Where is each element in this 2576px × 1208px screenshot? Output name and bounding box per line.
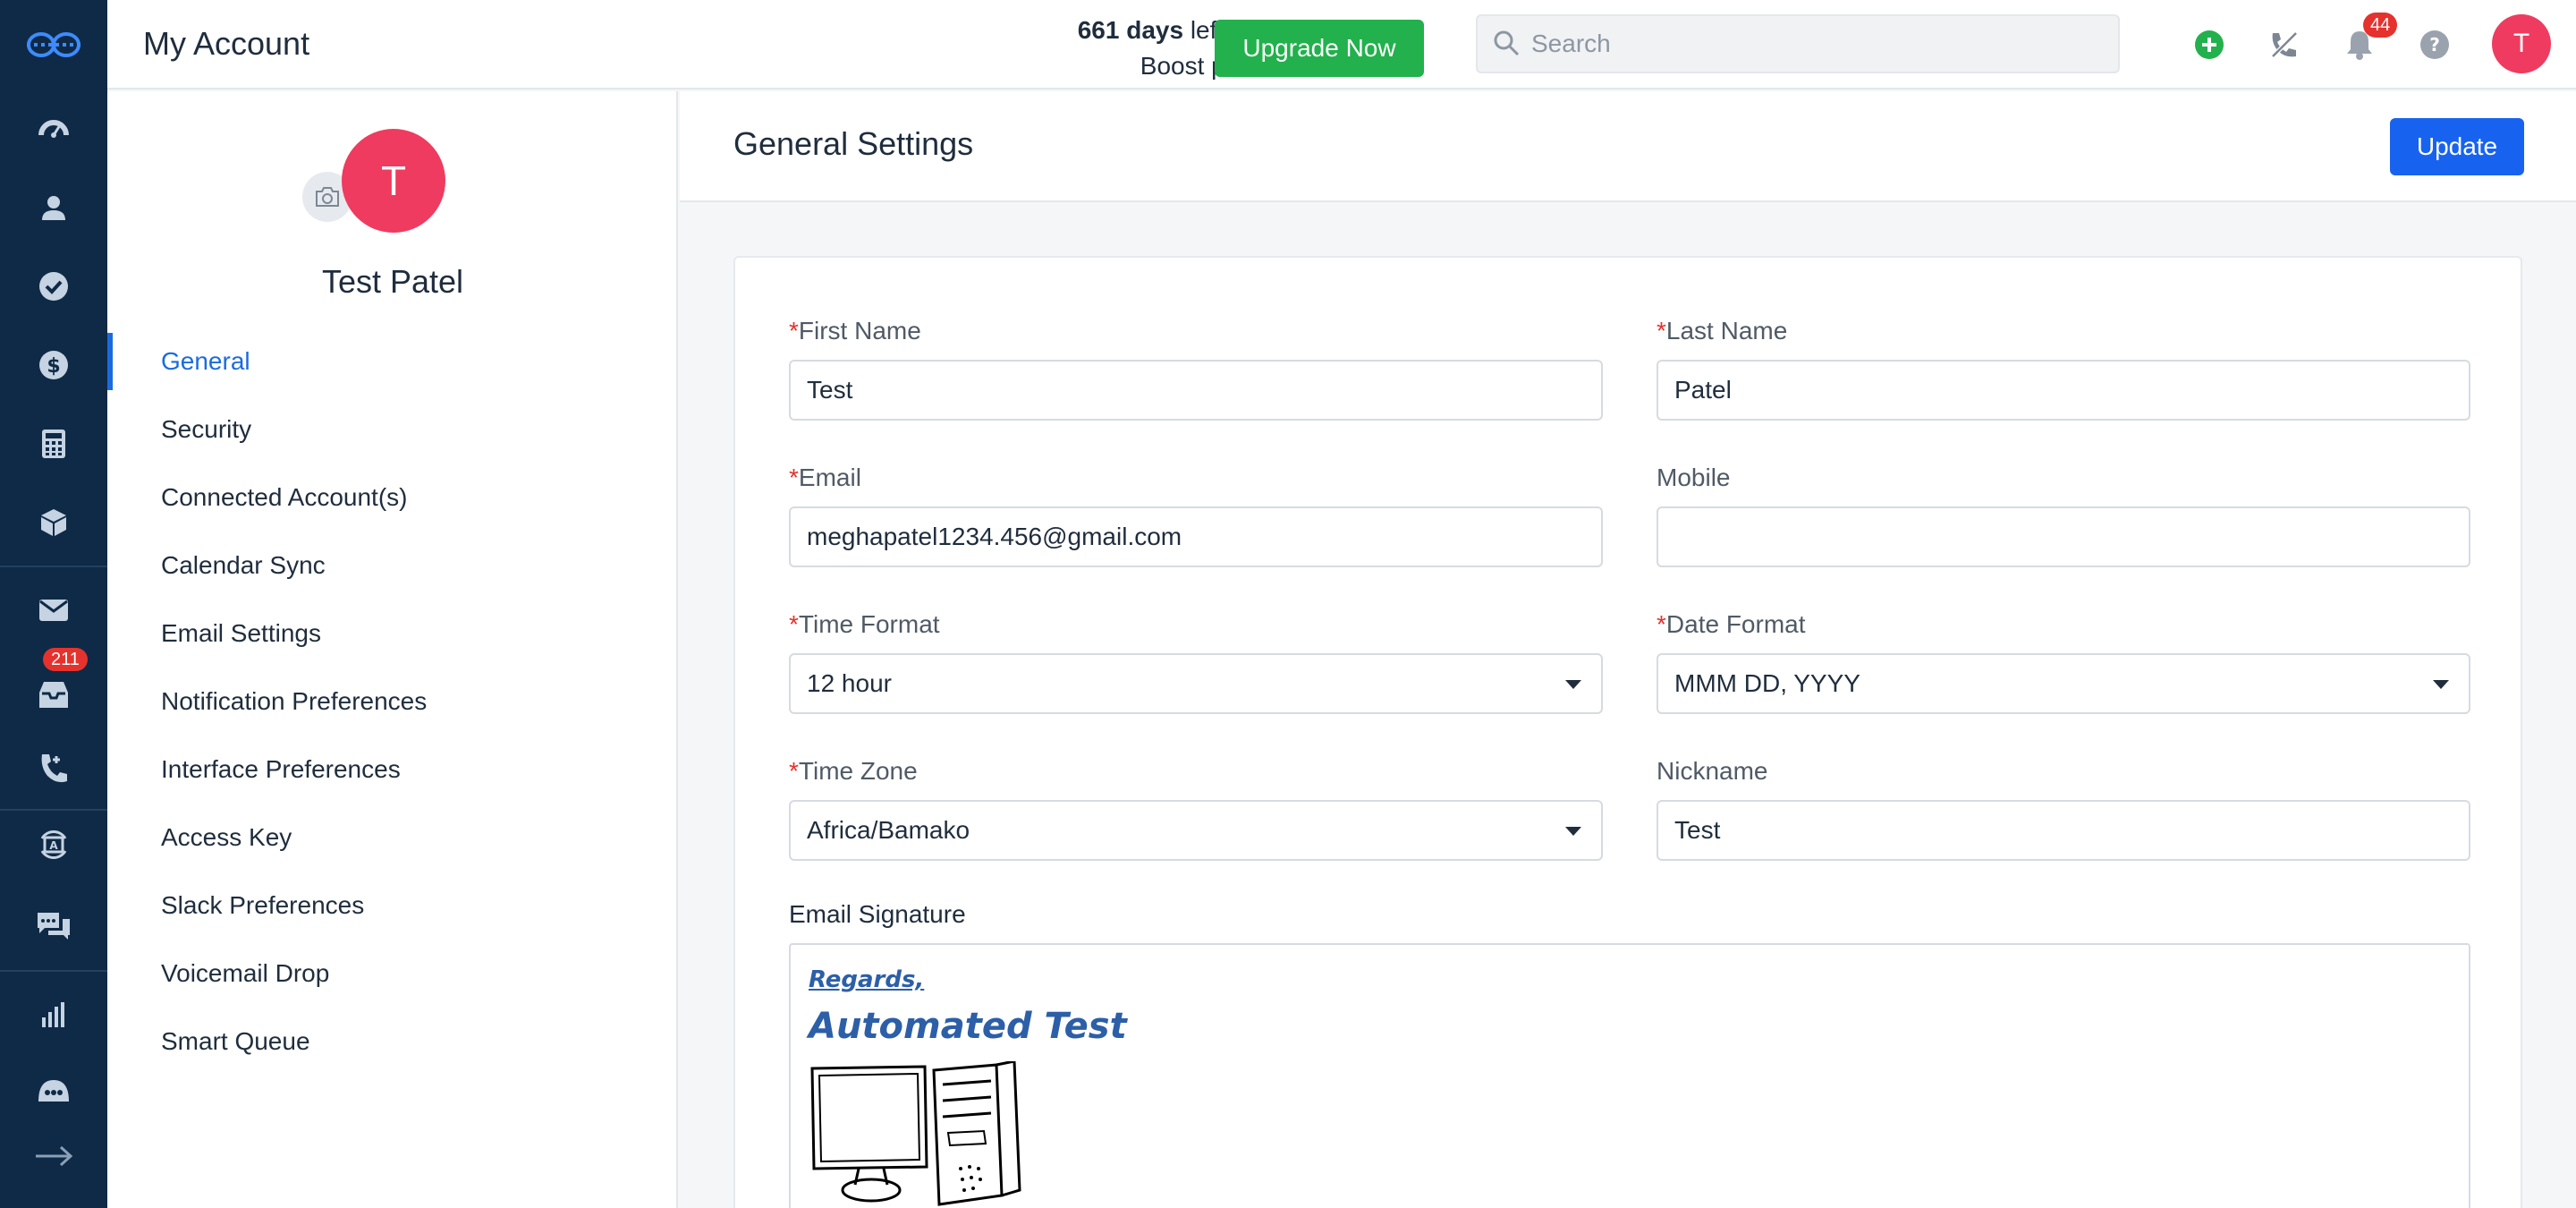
- email-icon[interactable]: [0, 574, 107, 646]
- left-rail: $ 211 A: [0, 0, 107, 1208]
- time-format-label: Time Format: [798, 610, 940, 638]
- reports-icon[interactable]: [0, 979, 107, 1051]
- products-icon[interactable]: [0, 487, 107, 558]
- phone-off-icon[interactable]: [2259, 20, 2309, 70]
- mobile-input[interactable]: [1657, 506, 2470, 567]
- nav-item-calendar-sync[interactable]: Calendar Sync: [107, 532, 678, 600]
- calculator-icon[interactable]: [0, 408, 107, 480]
- page-title: My Account: [143, 25, 310, 62]
- svg-text:A: A: [49, 839, 58, 852]
- main-header: General Settings Update: [680, 91, 2576, 202]
- email-signature-editor[interactable]: Regards, Automated Test: [789, 943, 2470, 1208]
- mobile-field: Mobile: [1657, 464, 2470, 567]
- caret-down-icon: [1565, 680, 1581, 689]
- search-input[interactable]: [1531, 16, 2104, 72]
- nav-item-connected-accounts[interactable]: Connected Account(s): [107, 464, 678, 532]
- required-mark: *: [1657, 610, 1666, 638]
- nav-item-email-settings[interactable]: Email Settings: [107, 600, 678, 668]
- help-icon[interactable]: ?: [2410, 20, 2460, 70]
- time-zone-value: Africa/Bamako: [807, 816, 970, 844]
- svg-text:$: $: [47, 355, 60, 378]
- top-bar: My Account 661 days left in your Boost p…: [107, 0, 2576, 89]
- inbox-count-badge: 211: [43, 648, 88, 671]
- time-zone-select[interactable]: Africa/Bamako: [789, 800, 1603, 861]
- nav-item-general[interactable]: General: [107, 328, 678, 396]
- svg-text:?: ?: [2429, 34, 2440, 55]
- email-input[interactable]: meghapatel1234.456@gmail.com: [789, 506, 1603, 567]
- tasks-icon[interactable]: [0, 251, 107, 322]
- dashboard-icon[interactable]: [0, 93, 107, 165]
- caret-down-icon: [2433, 680, 2449, 689]
- user-avatar[interactable]: T: [2492, 14, 2551, 73]
- nav-item-smart-queue[interactable]: Smart Queue: [107, 1008, 678, 1076]
- required-mark: *: [789, 317, 799, 345]
- contacts-icon[interactable]: [0, 172, 107, 243]
- first-name-label: First Name: [798, 317, 921, 345]
- search-icon: [1492, 29, 1521, 62]
- signature-regards: Regards,: [809, 966, 925, 993]
- expand-icon[interactable]: [0, 1122, 107, 1190]
- nav-item-access-key[interactable]: Access Key: [107, 804, 678, 872]
- nav-item-voicemail-drop[interactable]: Voicemail Drop: [107, 940, 678, 1008]
- time-format-field: *Time Format 12 hour: [789, 610, 1603, 714]
- computer-clipart-image: [809, 1059, 1032, 1208]
- bot-icon[interactable]: [0, 1063, 107, 1117]
- notification-count-badge: 44: [2363, 13, 2398, 38]
- profile-name: Test Patel: [321, 263, 464, 300]
- logo-icon[interactable]: [0, 0, 107, 89]
- required-mark: *: [1657, 317, 1666, 345]
- nav-item-slack-preferences[interactable]: Slack Preferences: [107, 872, 678, 940]
- date-format-value: MMM DD, YYYY: [1674, 669, 1860, 697]
- first-name-input[interactable]: Test: [789, 360, 1603, 421]
- required-mark: *: [789, 464, 799, 491]
- signature-name: Automated Test: [809, 1006, 1127, 1047]
- date-format-field: *Date Format MMM DD, YYYY: [1657, 610, 2470, 714]
- nickname-label: Nickname: [1657, 757, 1768, 785]
- profile-avatar: T: [342, 129, 445, 233]
- first-name-field: *First Name Test: [789, 317, 1603, 421]
- required-mark: *: [789, 757, 799, 785]
- phone-icon[interactable]: [0, 734, 107, 805]
- caret-down-icon: [1565, 827, 1581, 836]
- upgrade-now-button[interactable]: Upgrade Now: [1215, 20, 1424, 77]
- notifications-bell-icon[interactable]: 44: [2334, 13, 2398, 70]
- trial-days: 661 days: [1077, 16, 1184, 44]
- mobile-label: Mobile: [1657, 464, 1731, 491]
- required-mark: *: [789, 610, 799, 638]
- section-title: General Settings: [733, 125, 974, 162]
- chat-icon[interactable]: [0, 889, 107, 961]
- settings-sidebar: T Test Patel General Security Connected …: [107, 91, 678, 1208]
- last-name-label: Last Name: [1665, 317, 1788, 345]
- nav-item-interface-preferences[interactable]: Interface Preferences: [107, 736, 678, 804]
- general-settings-form: *First Name Test *Last Name Patel *Email…: [733, 256, 2522, 1208]
- last-name-input[interactable]: Patel: [1657, 360, 2470, 421]
- nickname-input[interactable]: Test: [1657, 800, 2470, 861]
- update-button[interactable]: Update: [2390, 118, 2524, 175]
- settings-nav: General Security Connected Account(s) Ca…: [107, 328, 678, 1076]
- email-label: Email: [798, 464, 861, 491]
- search-box[interactable]: [1476, 14, 2120, 73]
- date-format-label: Date Format: [1665, 610, 1806, 638]
- email-signature-label: Email Signature: [789, 900, 966, 928]
- time-zone-field: *Time Zone Africa/Bamako: [789, 757, 1603, 861]
- email-field: *Email meghapatel1234.456@gmail.com: [789, 464, 1603, 567]
- nickname-field: Nickname Test: [1657, 757, 2470, 861]
- deals-icon[interactable]: $: [0, 329, 107, 401]
- add-icon[interactable]: [2184, 20, 2234, 70]
- nav-item-notification-preferences[interactable]: Notification Preferences: [107, 668, 678, 736]
- last-name-field: *Last Name Patel: [1657, 317, 2470, 421]
- time-zone-label: Time Zone: [798, 757, 918, 785]
- date-format-select[interactable]: MMM DD, YYYY: [1657, 653, 2470, 714]
- time-format-value: 12 hour: [807, 669, 892, 697]
- inbox-icon[interactable]: 211: [0, 648, 107, 730]
- nav-item-security[interactable]: Security: [107, 396, 678, 464]
- automation-icon[interactable]: A: [0, 809, 107, 880]
- time-format-select[interactable]: 12 hour: [789, 653, 1603, 714]
